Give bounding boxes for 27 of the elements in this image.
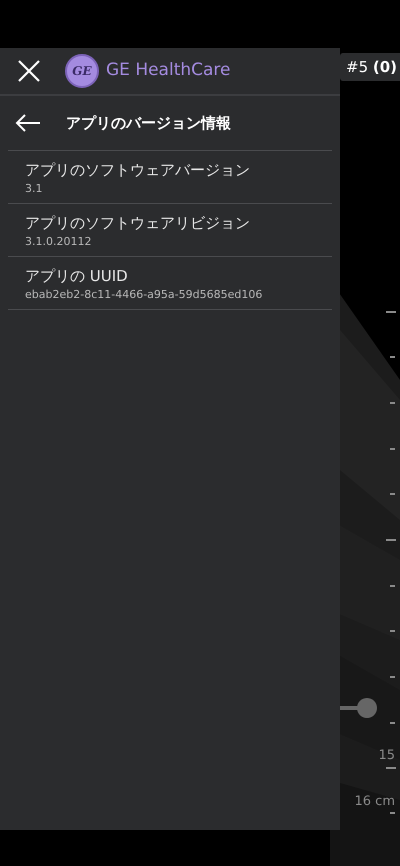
close-icon <box>18 60 40 82</box>
scale-tick <box>390 630 395 632</box>
depth-label: 15 <box>378 747 395 765</box>
scale-tick <box>390 493 395 495</box>
scale-tick <box>390 676 395 678</box>
scale-tick <box>386 767 396 769</box>
scale-tick <box>390 356 395 358</box>
info-value: 3.1 <box>25 180 44 196</box>
info-label: アプリのソフトウェアバージョン <box>25 160 251 180</box>
scale-tick <box>386 311 396 313</box>
info-value: ebab2eb2-8c11-4466-a95a-59d5685ed106 <box>25 286 264 302</box>
scale-tick <box>390 812 395 814</box>
brand-name: GE HealthCare <box>106 59 231 82</box>
back-arrow-icon <box>15 114 41 132</box>
scale-tick <box>390 402 395 404</box>
info-label: アプリの UUID <box>25 266 129 286</box>
info-label: アプリのソフトウェアリビジョン <box>25 212 251 234</box>
page-title: アプリのバージョン情報 <box>66 112 231 134</box>
scale-tick <box>390 722 395 724</box>
scale-tick <box>390 448 395 450</box>
scale-tick <box>386 539 396 541</box>
logo-icon: GE <box>65 54 99 88</box>
info-value: 3.1.0.20112 <box>25 234 92 248</box>
scale-tick <box>390 585 395 587</box>
depth-label: 16 cm <box>354 793 395 811</box>
slider-handle[interactable] <box>340 697 378 719</box>
clip-badge: #5 (0) <box>340 53 400 81</box>
